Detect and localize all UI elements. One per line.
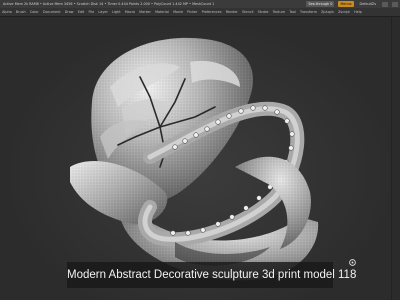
menu-item-transform[interactable]: Transform <box>298 8 319 16</box>
menu-item-brush[interactable]: Brush <box>14 8 28 16</box>
menu-item-zscript[interactable]: Zscript <box>336 8 352 16</box>
menu-item-preferences[interactable]: Preferences <box>200 8 224 16</box>
menu-item-render[interactable]: Render <box>224 8 240 16</box>
menu-item-picker[interactable]: Picker <box>185 8 199 16</box>
menu-item-alpha[interactable]: Alpha <box>0 8 14 16</box>
menu-item-file[interactable]: File <box>86 8 96 16</box>
gear-icon[interactable] <box>348 258 357 267</box>
window-control-icon[interactable] <box>392 1 398 7</box>
menu-item-light[interactable]: Light <box>110 8 123 16</box>
menu-item-tool[interactable]: Tool <box>287 8 298 16</box>
top-right-controls: See-through 0 Menus DefaultZs <box>306 0 398 7</box>
menu-item-marker[interactable]: Marker <box>137 8 153 16</box>
menus-button[interactable]: Menus <box>338 1 354 7</box>
menu-item-help[interactable]: Help <box>352 8 364 16</box>
status-text: Active Mem 2k RAM8 • Active Mem 3456 • S… <box>3 2 215 6</box>
menu-item-edit[interactable]: Edit <box>76 8 87 16</box>
caption-banner: Modern Abstract Decorative sculpture 3d … <box>67 262 356 288</box>
main-menu-bar: Alpha Brush Color Document Draw Edit File Layer… <box>0 8 400 17</box>
menu-item-layer[interactable]: Layer <box>96 8 110 16</box>
window-control-icon[interactable] <box>382 1 388 7</box>
menu-item-zplugin[interactable]: Zplugin <box>319 8 336 16</box>
top-status-bar: Active Mem 2k RAM8 • Active Mem 3456 • S… <box>0 0 400 8</box>
viewport-canvas[interactable] <box>0 17 400 300</box>
menu-item-material[interactable]: Material <box>153 8 171 16</box>
right-edge-panel <box>391 17 400 300</box>
menu-item-stencil[interactable]: Stencil <box>240 8 256 16</box>
menu-item-stroke[interactable]: Stroke <box>256 8 271 16</box>
sculpture-model <box>70 37 319 281</box>
menu-item-movie[interactable]: Movie <box>171 8 185 16</box>
menu-item-macro[interactable]: Macro <box>123 8 137 16</box>
menu-item-document[interactable]: Document <box>41 8 63 16</box>
menu-item-color[interactable]: Color <box>28 8 41 16</box>
menu-item-texture[interactable]: Texture <box>271 8 288 16</box>
default-zscript-button[interactable]: DefaultZs <box>358 1 378 7</box>
see-through-slider[interactable]: See-through 0 <box>306 1 335 7</box>
menu-item-draw[interactable]: Draw <box>63 8 76 16</box>
